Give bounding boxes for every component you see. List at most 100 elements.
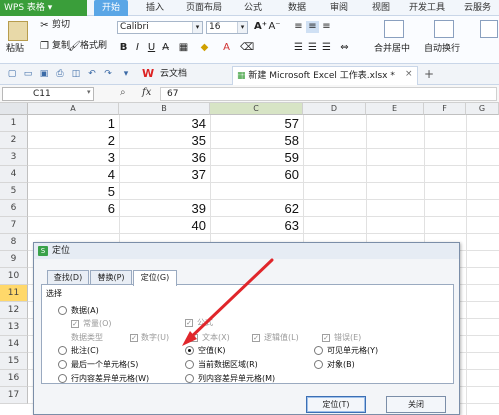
- column-header[interactable]: F: [424, 103, 466, 115]
- align-top-icon[interactable]: ≡: [292, 21, 305, 33]
- wps-menu-button[interactable]: WPS 表格 ▾: [0, 0, 87, 16]
- name-box-chevron-icon[interactable]: ▾: [87, 88, 91, 96]
- align-right-icon[interactable]: ☰: [320, 42, 333, 54]
- italic-icon[interactable]: I: [131, 42, 144, 54]
- radio-col-diff[interactable]: [185, 374, 194, 383]
- cell[interactable]: 2: [28, 132, 119, 149]
- tab-developer[interactable]: 开发工具: [402, 0, 452, 16]
- radio-blank[interactable]: [185, 346, 194, 355]
- row-header[interactable]: 16: [0, 370, 28, 387]
- close-button[interactable]: 关闭: [386, 396, 446, 413]
- radio-current-region[interactable]: [185, 360, 194, 369]
- close-tab-icon[interactable]: ×: [405, 68, 413, 80]
- cell[interactable]: [28, 217, 119, 234]
- column-header[interactable]: A: [28, 103, 119, 115]
- cell[interactable]: 34: [119, 115, 210, 132]
- cell[interactable]: [210, 183, 303, 200]
- row-header[interactable]: 12: [0, 302, 28, 319]
- cell[interactable]: 6: [28, 200, 119, 217]
- column-header[interactable]: B: [119, 103, 210, 115]
- undo-icon[interactable]: ↶: [86, 68, 98, 80]
- cell[interactable]: 40: [119, 217, 210, 234]
- row-header[interactable]: 10: [0, 268, 28, 285]
- cell[interactable]: 37: [119, 166, 210, 183]
- radio-visible-cells[interactable]: [314, 346, 323, 355]
- tab-cloud-service[interactable]: 云服务: [456, 0, 499, 16]
- cell[interactable]: 3: [28, 149, 119, 166]
- row-header[interactable]: 17: [0, 387, 28, 404]
- cell[interactable]: 60: [210, 166, 303, 183]
- row-header[interactable]: 6: [0, 200, 28, 217]
- merge-center-button[interactable]: 合并居中: [374, 44, 410, 55]
- radio-data[interactable]: [58, 306, 67, 315]
- tab-goto[interactable]: 定位(G): [133, 270, 177, 286]
- paste-button[interactable]: 粘贴: [6, 44, 24, 55]
- align-middle-icon[interactable]: ≡: [306, 21, 319, 33]
- distribute-icon[interactable]: ⇔: [338, 42, 351, 54]
- font-name-select[interactable]: Calibri ▾: [117, 21, 203, 34]
- cloud-doc-tab[interactable]: 云文档: [160, 68, 187, 80]
- zoom-search-icon[interactable]: ⌕: [120, 87, 126, 98]
- column-header[interactable]: G: [466, 103, 499, 115]
- decrease-font-icon[interactable]: A⁻: [268, 21, 281, 33]
- radio-objects[interactable]: [314, 360, 323, 369]
- print-icon[interactable]: ⎙: [54, 68, 66, 80]
- radio-comment[interactable]: [58, 346, 67, 355]
- tab-view[interactable]: 视图: [366, 0, 396, 16]
- tab-review[interactable]: 审阅: [324, 0, 354, 16]
- select-all-corner[interactable]: [0, 103, 28, 115]
- checkbox-text[interactable]: ✓: [190, 334, 198, 342]
- row-header[interactable]: 4: [0, 166, 28, 183]
- row-header[interactable]: 8: [0, 234, 28, 251]
- cell[interactable]: 36: [119, 149, 210, 166]
- bold-icon[interactable]: B: [117, 42, 130, 54]
- row-header[interactable]: 5: [0, 183, 28, 200]
- row-header[interactable]: 1: [0, 115, 28, 132]
- cell[interactable]: 4: [28, 166, 119, 183]
- document-tab[interactable]: ▦ 新建 Microsoft Excel 工作表.xlsx *: [232, 66, 418, 85]
- tab-home[interactable]: 开始: [94, 0, 128, 16]
- cell[interactable]: 5: [28, 183, 119, 200]
- radio-row-diff[interactable]: [58, 374, 67, 383]
- cell[interactable]: 35: [119, 132, 210, 149]
- paste-icon[interactable]: [8, 21, 28, 41]
- font-color-icon[interactable]: A: [220, 42, 233, 54]
- tab-formulas[interactable]: 公式: [238, 0, 268, 16]
- dialog-title-bar[interactable]: S 定位: [34, 243, 459, 259]
- cell[interactable]: [119, 183, 210, 200]
- row-header[interactable]: 9: [0, 251, 28, 268]
- strikethrough-icon[interactable]: A̶: [159, 42, 172, 54]
- row-header[interactable]: 15: [0, 353, 28, 370]
- increase-font-icon[interactable]: A⁺: [254, 21, 267, 33]
- checkbox-logical[interactable]: ✓: [252, 334, 260, 342]
- row-header[interactable]: 7: [0, 217, 28, 234]
- wrap-text-icon[interactable]: [434, 20, 454, 38]
- name-box[interactable]: C11: [2, 87, 94, 101]
- checkbox-formula[interactable]: ✓: [185, 319, 193, 327]
- new-file-icon[interactable]: ▢: [6, 68, 18, 80]
- goto-ok-button[interactable]: 定位(T): [306, 396, 366, 413]
- dropdown-icon[interactable]: ▾: [120, 68, 132, 80]
- redo-icon[interactable]: ↷: [102, 68, 114, 80]
- new-tab-button[interactable]: +: [424, 67, 434, 81]
- save-icon[interactable]: ▣: [38, 68, 50, 80]
- preview-icon[interactable]: ◫: [70, 68, 82, 80]
- cell[interactable]: 1: [28, 115, 119, 132]
- radio-last-cell[interactable]: [58, 360, 67, 369]
- cell[interactable]: 63: [210, 217, 303, 234]
- column-header[interactable]: D: [303, 103, 366, 115]
- wrap-text-button[interactable]: 自动换行: [424, 44, 460, 55]
- cell[interactable]: 39: [119, 200, 210, 217]
- tab-page-layout[interactable]: 页面布局: [180, 0, 228, 16]
- open-folder-icon[interactable]: ▭: [22, 68, 34, 80]
- align-center-icon[interactable]: ☰: [306, 42, 319, 54]
- align-left-icon[interactable]: ☰: [292, 42, 305, 54]
- fx-icon[interactable]: fx: [142, 87, 151, 98]
- format-painter-button[interactable]: 格式刷: [80, 41, 107, 52]
- row-header[interactable]: 3: [0, 149, 28, 166]
- more-ribbon-icon[interactable]: [480, 20, 498, 38]
- cell[interactable]: 58: [210, 132, 303, 149]
- tab-find[interactable]: 查找(D): [47, 270, 89, 285]
- underline-icon[interactable]: U: [145, 42, 158, 54]
- border-icon[interactable]: ▦: [177, 42, 190, 54]
